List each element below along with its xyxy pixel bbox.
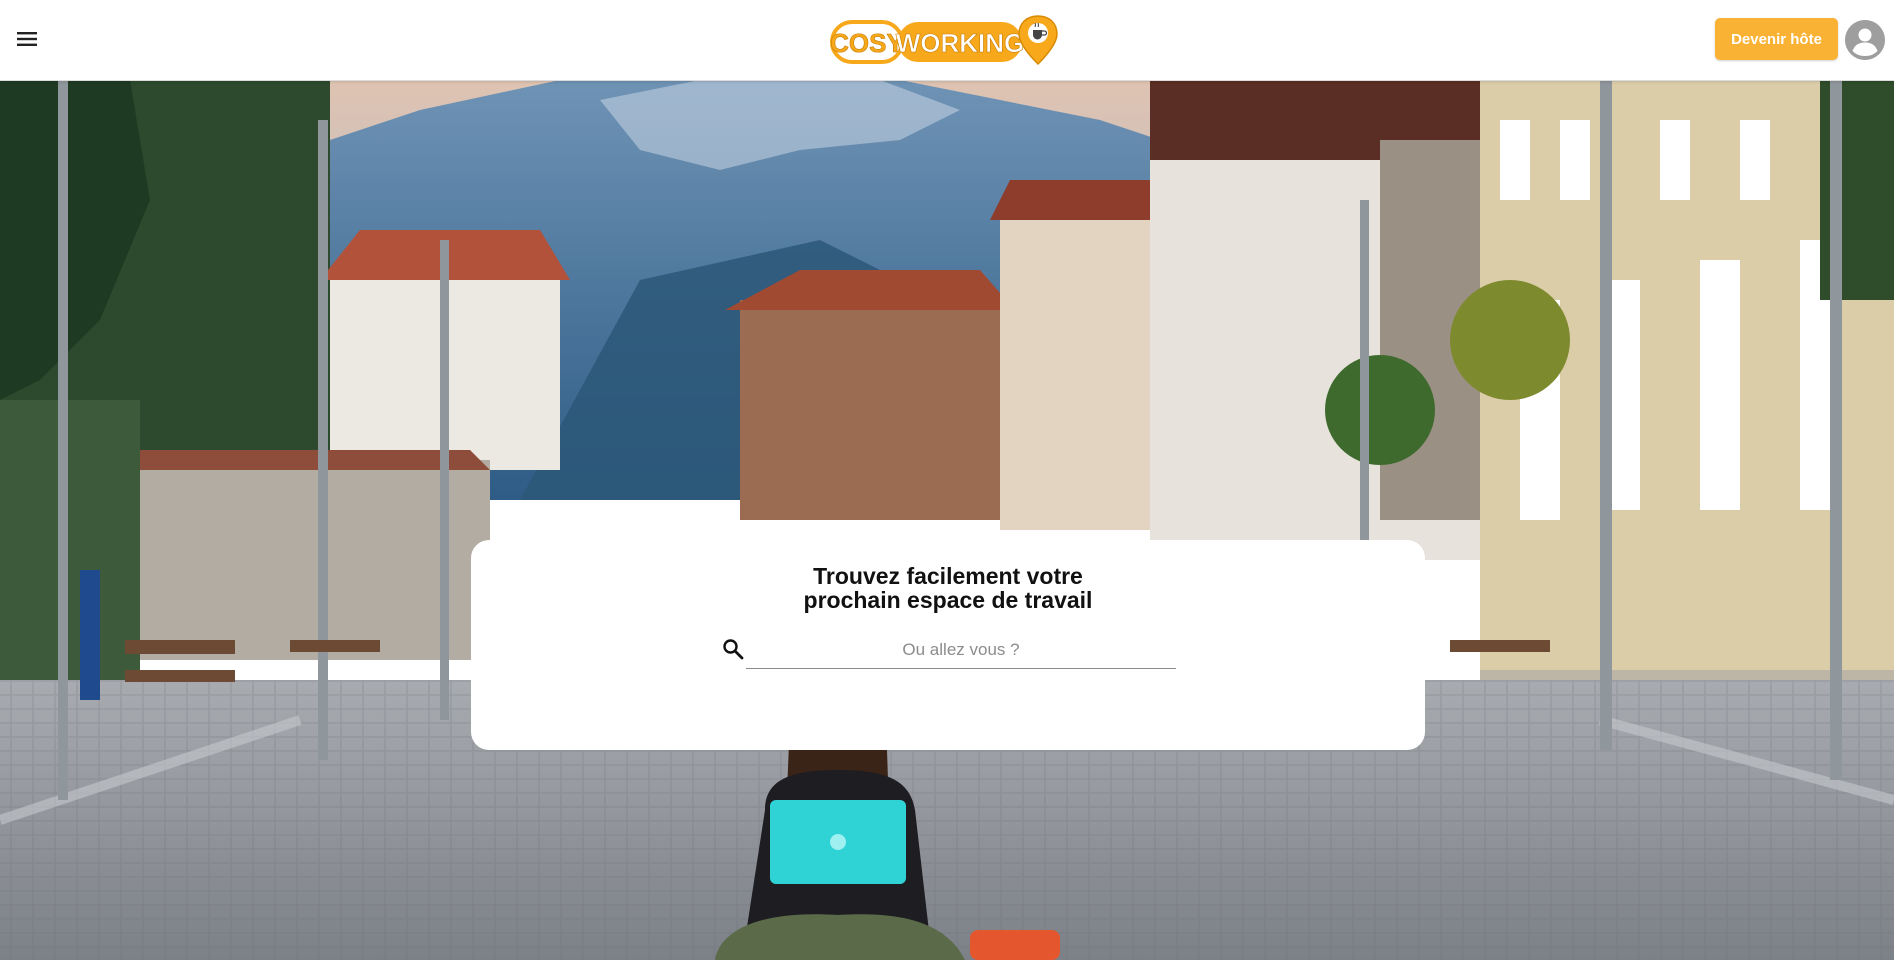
search-icon[interactable] — [721, 637, 745, 661]
hero-section: Trouvez facilement votre prochain espace… — [0, 80, 1894, 960]
logo-text-right: WORKING — [896, 28, 1025, 58]
search-card: Trouvez facilement votre prochain espace… — [471, 540, 1425, 750]
destination-search-input[interactable] — [746, 632, 1176, 669]
logo-text-left: COSY — [830, 28, 904, 58]
menu-icon — [17, 32, 37, 46]
hero-headline-line1: Trouvez facilement votre — [813, 563, 1083, 589]
map-pin-cup-icon — [1018, 15, 1058, 66]
top-navigation-bar: COSY WORKING Devenir hôte — [0, 0, 1894, 81]
menu-button[interactable] — [10, 22, 44, 56]
user-avatar-icon — [1845, 20, 1885, 60]
hero-headline: Trouvez facilement votre prochain espace… — [471, 564, 1425, 612]
cosy-working-logo[interactable]: COSY WORKING — [830, 12, 1060, 68]
hero-photo — [0, 80, 1894, 960]
account-avatar-button[interactable] — [1845, 20, 1885, 60]
become-host-button[interactable]: Devenir hôte — [1715, 18, 1838, 60]
hero-headline-line2: prochain espace de travail — [803, 587, 1093, 613]
